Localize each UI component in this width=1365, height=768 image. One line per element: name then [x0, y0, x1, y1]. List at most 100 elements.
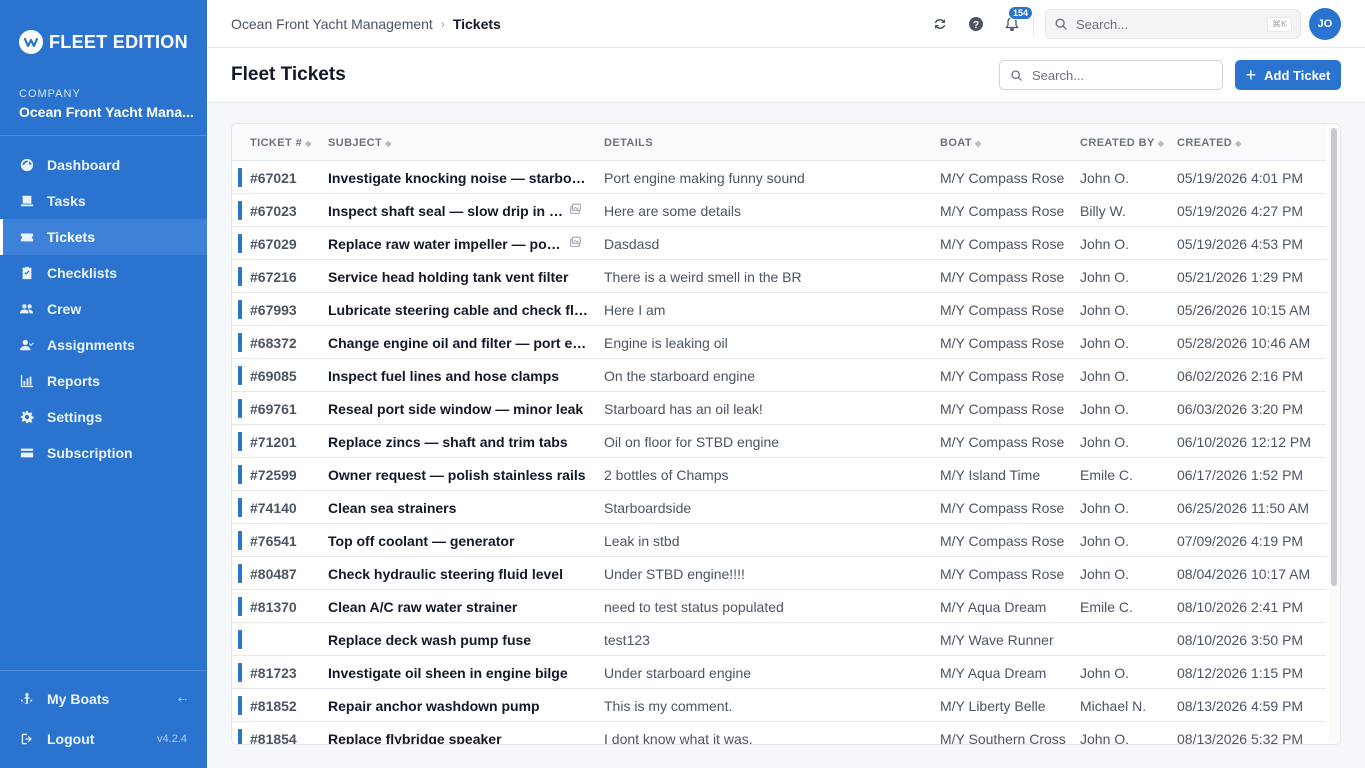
- table-row[interactable]: #80487 Check hydraulic steering fluid le…: [232, 557, 1326, 590]
- ticket-boat: M/Y Southern Cross: [940, 731, 1066, 745]
- ticket-subject: Replace zincs — shaft and trim tabs: [328, 434, 568, 450]
- app-version: v4.2.4: [157, 733, 187, 745]
- my-boats-button[interactable]: My Boats ⇠: [0, 679, 207, 719]
- ticket-created-by: Michael N.: [1080, 698, 1147, 714]
- ticket-created: 08/10/2026 3:50 PM: [1177, 632, 1304, 648]
- sidebar-item-tickets[interactable]: Tickets: [0, 219, 207, 255]
- column-header-details: DETAILS: [604, 137, 653, 149]
- table-row[interactable]: #81852 Repair anchor washdown pump This …: [232, 689, 1326, 722]
- sidebar-nav: Dashboard Tasks Tickets Checklists Crew …: [0, 147, 207, 471]
- table-row[interactable]: #69085 Inspect fuel lines and hose clamp…: [232, 359, 1326, 392]
- priority-bar: [238, 432, 242, 451]
- ticket-subject: Lubricate steering cable and check fluid: [328, 302, 590, 318]
- table-row[interactable]: #81723 Investigate oil sheen in engine b…: [232, 656, 1326, 689]
- sidebar-item-checklists[interactable]: Checklists: [0, 255, 207, 291]
- sidebar-item-dashboard[interactable]: Dashboard: [0, 147, 207, 183]
- sort-icon: ◆: [974, 139, 982, 148]
- company-name: Ocean Front Yacht Mana...: [19, 104, 194, 120]
- priority-bar: [238, 564, 242, 583]
- sidebar-item-reports[interactable]: Reports: [0, 363, 207, 399]
- ticket-created: 05/28/2026 10:46 AM: [1177, 335, 1311, 351]
- table-row[interactable]: #72599 Owner request — polish stainless …: [232, 458, 1326, 491]
- ticket-details: Here are some details: [604, 203, 741, 219]
- help-icon[interactable]: ?: [966, 14, 986, 34]
- ticket-boat: M/Y Compass Rose: [940, 302, 1065, 318]
- global-search[interactable]: ⌘K: [1045, 9, 1301, 39]
- assignments-icon: [19, 337, 35, 353]
- company-switcher[interactable]: COMPANY Ocean Front Yacht Mana...: [19, 88, 194, 120]
- table-row[interactable]: #81370 Clean A/C raw water strainer need…: [232, 590, 1326, 623]
- ticket-boat: M/Y Compass Rose: [940, 203, 1065, 219]
- add-ticket-button[interactable]: + Add Ticket: [1235, 60, 1341, 90]
- ticket-details: Under starboard engine: [604, 665, 752, 681]
- breadcrumb-parent[interactable]: Ocean Front Yacht Management: [231, 16, 433, 32]
- brand-logo[interactable]: FLEET EDITION: [19, 30, 188, 54]
- column-header-subject[interactable]: SUBJECT ◆: [328, 137, 392, 149]
- table-row[interactable]: #67029 Replace raw water impeller — port…: [232, 227, 1326, 260]
- logout-icon: [19, 731, 35, 747]
- wave-logo-icon: [19, 30, 43, 54]
- ticket-number: #67023: [250, 203, 297, 219]
- ticket-search[interactable]: [999, 60, 1223, 90]
- topbar-divider: [1033, 12, 1034, 36]
- ticket-number: #69085: [250, 368, 297, 384]
- ticket-number: #67216: [250, 269, 297, 285]
- ticket-number: #71201: [250, 434, 297, 450]
- ticket-number: #72599: [250, 467, 297, 483]
- ticket-details: I dont know what it was.: [604, 731, 753, 745]
- company-label: COMPANY: [19, 88, 81, 100]
- ticket-subject: Check hydraulic steering fluid level: [328, 566, 563, 582]
- priority-bar: [238, 597, 242, 616]
- sidebar-item-crew[interactable]: Crew: [0, 291, 207, 327]
- global-search-input[interactable]: [1076, 16, 1267, 32]
- ticket-search-input[interactable]: [1032, 67, 1212, 83]
- refresh-icon[interactable]: [930, 14, 950, 34]
- ticket-details: Oil on floor for STBD engine: [604, 434, 780, 450]
- avatar[interactable]: JO: [1309, 8, 1341, 40]
- table-row[interactable]: #67216 Service head holding tank vent fi…: [232, 260, 1326, 293]
- ticket-details: Dasdasd: [604, 236, 660, 252]
- sort-icon: ◆: [1157, 139, 1165, 148]
- sidebar-item-assignments[interactable]: Assignments: [0, 327, 207, 363]
- ticket-number: #81370: [250, 599, 297, 615]
- ticket-created: 06/17/2026 1:52 PM: [1177, 467, 1304, 483]
- table-row[interactable]: #76541 Top off coolant — generator Leak …: [232, 524, 1326, 557]
- table-row[interactable]: #71201 Replace zincs — shaft and trim ta…: [232, 425, 1326, 458]
- ticket-created-by: Emile C.: [1080, 599, 1133, 615]
- ticket-subject: Service head holding tank vent filter: [328, 269, 569, 285]
- chevron-right-icon: ›: [440, 17, 445, 31]
- table-row[interactable]: #81854 Replace flybridge speaker I dont …: [232, 722, 1326, 745]
- ticket-created-by: Billy W.: [1080, 203, 1126, 219]
- ticket-created-by: John O.: [1080, 434, 1130, 450]
- ticket-created-by: John O.: [1080, 269, 1130, 285]
- column-header-created[interactable]: CREATED ◆: [1177, 137, 1242, 149]
- table-row[interactable]: #74140 Clean sea strainers Starboardside…: [232, 491, 1326, 524]
- table-row[interactable]: Replace deck wash pump fuse test123 M/Y …: [232, 623, 1326, 656]
- sidebar-item-settings[interactable]: Settings: [0, 399, 207, 435]
- sidebar-item-label: Tasks: [47, 193, 86, 209]
- bell-icon[interactable]: 154: [1002, 6, 1034, 34]
- sidebar-item-tasks[interactable]: Tasks: [0, 183, 207, 219]
- table-row[interactable]: #67993 Lubricate steering cable and chec…: [232, 293, 1326, 326]
- table-row[interactable]: #67021 Investigate knocking noise — star…: [232, 161, 1326, 194]
- ticket-created-by: John O.: [1080, 368, 1130, 384]
- plus-icon: +: [1245, 65, 1257, 85]
- logout-button[interactable]: Logout v4.2.4: [0, 719, 207, 759]
- column-header-ticket[interactable]: TICKET # ◆: [250, 137, 312, 149]
- scrollbar-thumb[interactable]: [1331, 128, 1337, 586]
- column-header-created-by[interactable]: CREATED BY ◆: [1080, 137, 1164, 149]
- priority-bar: [238, 696, 242, 715]
- table-row[interactable]: #67023 Inspect shaft seal — slow drip in…: [232, 194, 1326, 227]
- ticket-details: Under STBD engine!!!!: [604, 566, 745, 582]
- ticket-details: test123: [604, 632, 650, 648]
- sidebar-item-subscription[interactable]: Subscription: [0, 435, 207, 471]
- ticket-boat: M/Y Compass Rose: [940, 170, 1065, 186]
- column-header-boat[interactable]: BOAT ◆: [940, 137, 982, 149]
- table-row[interactable]: #68372 Change engine oil and filter — po…: [232, 326, 1326, 359]
- sidebar-item-label: Settings: [47, 409, 103, 425]
- ticket-subject: Replace deck wash pump fuse: [328, 632, 532, 648]
- ticket-subject: Inspect fuel lines and hose clamps: [328, 368, 560, 384]
- table-row[interactable]: #69761 Reseal port side window — minor l…: [232, 392, 1326, 425]
- ticket-created: 06/02/2026 2:16 PM: [1177, 368, 1304, 384]
- ticket-details: 2 bottles of Champs: [604, 467, 729, 483]
